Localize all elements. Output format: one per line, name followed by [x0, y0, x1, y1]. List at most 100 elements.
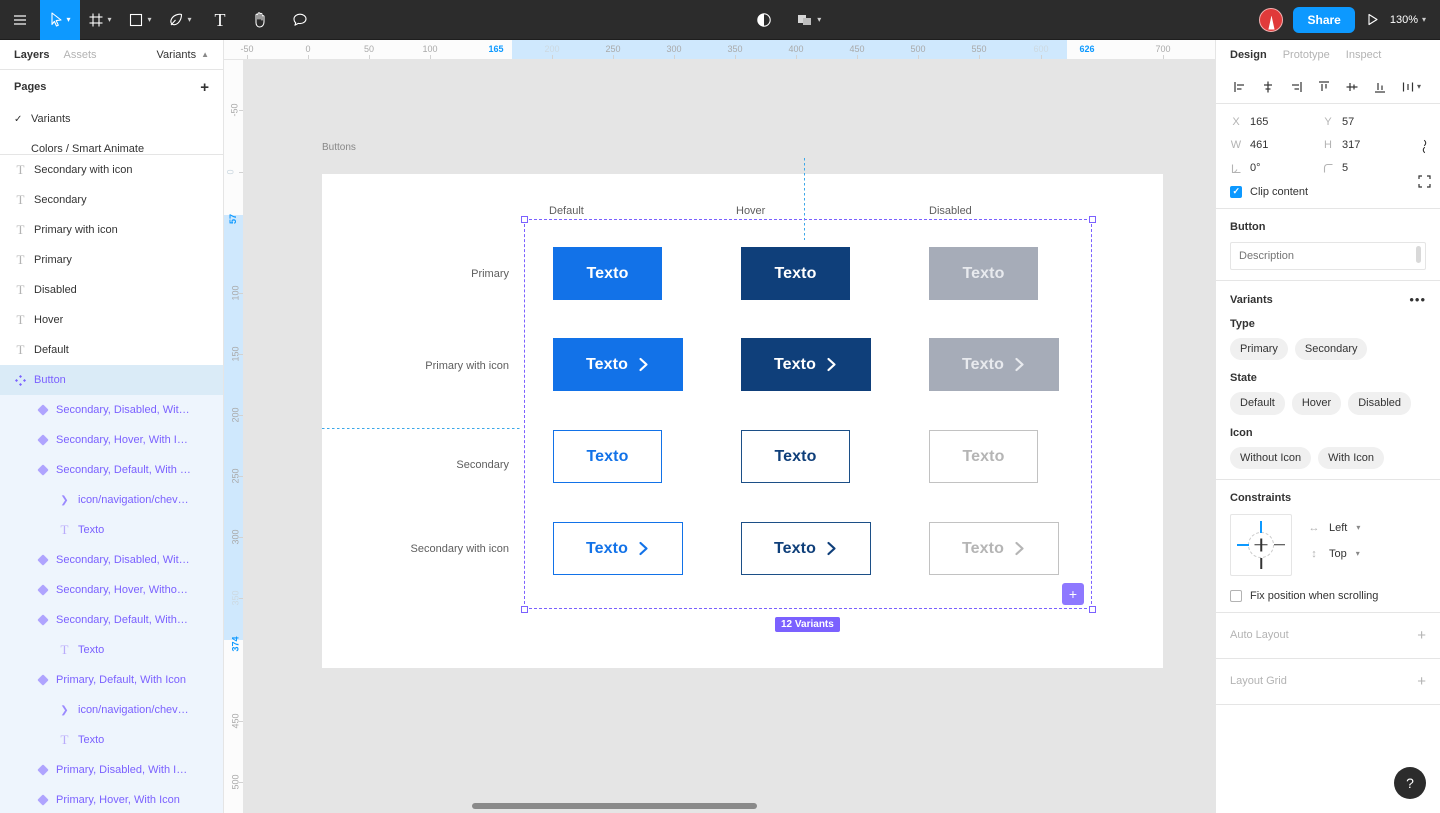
layer-row[interactable]: Secondary, Default, With… [0, 605, 223, 635]
add-layout-grid-icon[interactable]: + [1417, 674, 1426, 689]
layer-row[interactable]: Secondary, Default, With … [0, 455, 223, 485]
constraint-arm-top[interactable] [1260, 521, 1262, 533]
selection-handle-bottom-right[interactable] [1089, 606, 1096, 613]
layer-row[interactable]: Secondary, Disabled, Wit… [0, 395, 223, 425]
horizontal-scrollbar[interactable] [472, 803, 757, 809]
button-variant-primary-hover-with-icon[interactable]: Texto [741, 338, 871, 391]
description-scrollbar[interactable] [1416, 246, 1421, 263]
move-tool-button[interactable]: ▾ [40, 0, 80, 40]
fix-position-checkbox[interactable] [1230, 590, 1242, 602]
distribute-icon[interactable]: ▾ [1394, 73, 1428, 101]
frame-tool-caret-icon[interactable]: ▾ [107, 16, 111, 24]
layer-row[interactable]: TTexto [0, 725, 223, 755]
layers-list[interactable]: TSecondary with iconTSecondaryTPrimary w… [0, 155, 223, 813]
add-variant-button[interactable]: + [1062, 583, 1084, 605]
help-button[interactable]: ? [1394, 767, 1426, 799]
page-item-variants[interactable]: ✓ Variants [0, 104, 223, 134]
button-variant-secondary-hover-with-icon[interactable]: Texto [741, 522, 871, 575]
variant-option-chip[interactable]: With Icon [1318, 447, 1384, 469]
mask-tool-button[interactable] [752, 0, 776, 40]
pen-tool-caret-icon[interactable]: ▾ [187, 16, 191, 24]
layer-row[interactable]: Primary, Default, With Icon [0, 665, 223, 695]
variant-option-chip[interactable]: Hover [1292, 392, 1341, 414]
tab-design[interactable]: Design [1230, 49, 1267, 61]
align-left-icon[interactable] [1226, 73, 1254, 101]
variant-option-chip[interactable]: Default [1230, 392, 1285, 414]
x-property[interactable]: X 165 [1230, 116, 1322, 128]
width-property[interactable]: W 461 [1230, 139, 1322, 151]
tab-inspect[interactable]: Inspect [1346, 49, 1381, 61]
corner-radius-property[interactable]: 5 [1322, 162, 1414, 174]
constraint-arm-left[interactable] [1237, 544, 1249, 546]
layer-row[interactable]: THover [0, 305, 223, 335]
text-tool-button[interactable]: T [200, 0, 240, 40]
share-button[interactable]: Share [1293, 7, 1354, 33]
layer-row[interactable]: TPrimary [0, 245, 223, 275]
button-variant-primary-hover-without-icon[interactable]: Texto [741, 247, 850, 300]
height-property[interactable]: H 317 [1322, 139, 1414, 151]
selection-handle-top-right[interactable] [1089, 216, 1096, 223]
link-proportions-icon[interactable] [1416, 138, 1432, 154]
add-auto-layout-icon[interactable]: + [1417, 628, 1426, 643]
layer-row[interactable]: TTexto [0, 635, 223, 665]
add-page-icon[interactable]: + [200, 80, 209, 95]
button-variant-secondary-default-with-icon[interactable]: Texto [553, 522, 683, 575]
boolean-tool-caret-icon[interactable]: ▾ [817, 16, 821, 24]
ellipsis-icon[interactable]: ••• [1409, 293, 1426, 306]
button-variant-primary-default-with-icon[interactable]: Texto [553, 338, 683, 391]
button-variant-secondary-default-without-icon[interactable]: Texto [553, 430, 662, 483]
constraint-arm-right[interactable] [1274, 544, 1285, 546]
variant-option-chip[interactable]: Secondary [1295, 338, 1368, 360]
layer-row[interactable]: Primary, Disabled, With I… [0, 755, 223, 785]
layer-row[interactable]: TSecondary with icon [0, 155, 223, 185]
user-avatar[interactable] [1259, 8, 1283, 32]
present-button[interactable] [1365, 12, 1380, 27]
selection-handle-top-left[interactable] [521, 216, 528, 223]
clip-content-row[interactable]: Clip content [1230, 186, 1426, 198]
description-input[interactable] [1230, 242, 1426, 270]
button-variant-secondary-disabled-without-icon[interactable]: Texto [929, 430, 1038, 483]
align-bottom-icon[interactable] [1366, 73, 1394, 101]
boolean-tool-button[interactable]: ▾ [790, 0, 828, 40]
canvas-viewport[interactable]: Buttons Default Hover Disabled Primary P… [244, 60, 1215, 813]
button-variant-secondary-disabled-with-icon[interactable]: Texto [929, 522, 1059, 575]
tab-layers[interactable]: Layers [14, 49, 49, 61]
layer-row[interactable]: Button [0, 365, 223, 395]
vertical-constraint-dropdown[interactable]: ↕ Top ▾ [1308, 548, 1360, 560]
layer-row[interactable]: ❯icon/navigation/chev… [0, 485, 223, 515]
layer-row[interactable]: Primary, Hover, With Icon [0, 785, 223, 813]
frame-name-label[interactable]: Buttons [322, 142, 356, 153]
variant-option-chip[interactable]: Primary [1230, 338, 1288, 360]
selection-handle-bottom-left[interactable] [521, 606, 528, 613]
fix-position-row[interactable]: Fix position when scrolling [1230, 590, 1426, 602]
vertical-ruler[interactable]: -50057100150200250300350374450500 [224, 60, 244, 813]
pen-tool-button[interactable]: ▾ [160, 0, 200, 40]
layer-row[interactable]: TDisabled [0, 275, 223, 305]
comment-tool-button[interactable] [280, 0, 320, 40]
layer-row[interactable]: Secondary, Disabled, Wit… [0, 545, 223, 575]
layer-row[interactable]: TTexto [0, 515, 223, 545]
main-menu-button[interactable] [0, 0, 40, 40]
layer-row[interactable]: TSecondary [0, 185, 223, 215]
horizontal-ruler[interactable]: -500501001652002503003504004505005506006… [224, 40, 1215, 60]
button-variant-primary-disabled-without-icon[interactable]: Texto [929, 247, 1038, 300]
align-vertical-center-icon[interactable] [1338, 73, 1366, 101]
constraint-arm-bottom[interactable] [1260, 558, 1262, 569]
button-variant-primary-disabled-with-icon[interactable]: Texto [929, 338, 1059, 391]
frame-tool-button[interactable]: ▾ [80, 0, 120, 40]
variant-option-chip[interactable]: Disabled [1348, 392, 1411, 414]
layer-row[interactable]: Secondary, Hover, Witho… [0, 575, 223, 605]
y-property[interactable]: Y 57 [1322, 116, 1414, 128]
canvas-area[interactable]: -500501001652002503003504004505005506006… [224, 40, 1215, 813]
zoom-level-dropdown[interactable]: 130% ▾ [1390, 14, 1426, 26]
button-variant-primary-default-without-icon[interactable]: Texto [553, 247, 662, 300]
move-tool-caret-icon[interactable]: ▾ [66, 16, 70, 24]
tab-prototype[interactable]: Prototype [1283, 49, 1330, 61]
align-top-icon[interactable] [1310, 73, 1338, 101]
horizontal-constraint-dropdown[interactable]: ↔ Left ▾ [1308, 522, 1360, 534]
hand-tool-button[interactable] [240, 0, 280, 40]
layer-row[interactable]: ❯icon/navigation/chev… [0, 695, 223, 725]
layer-row[interactable]: TDefault [0, 335, 223, 365]
layer-row[interactable]: Secondary, Hover, With I… [0, 425, 223, 455]
independent-corners-icon[interactable] [1416, 173, 1432, 189]
